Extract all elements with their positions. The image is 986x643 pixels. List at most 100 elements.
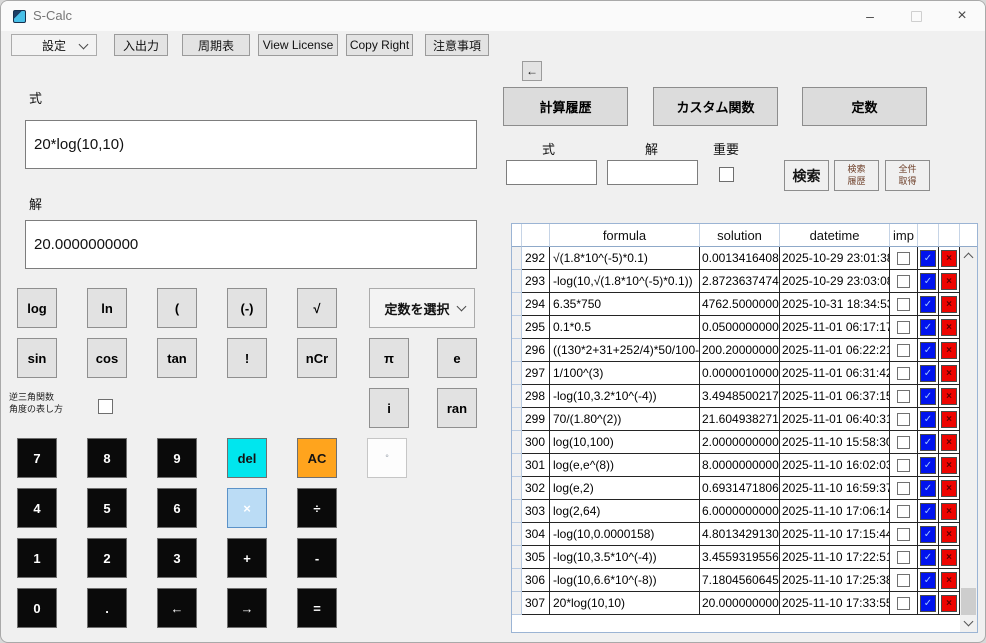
key-right-arrow[interactable]: →: [227, 588, 267, 628]
scroll-up-icon[interactable]: [964, 253, 974, 263]
key-minus[interactable]: -: [297, 538, 337, 578]
cell-datetime[interactable]: 2025-11-01 06:31:42: [780, 362, 890, 385]
cell-datetime[interactable]: 2025-11-10 16:59:37: [780, 477, 890, 500]
cell-formula[interactable]: -log(10,0.0000158): [550, 523, 700, 546]
row-delete-button[interactable]: ×: [941, 319, 957, 336]
scroll-down-icon[interactable]: [964, 617, 974, 627]
cell-solution[interactable]: 8.0000000000: [700, 454, 780, 477]
cell-formula[interactable]: ((130*2+31+252/4)*50/100-: [550, 339, 700, 362]
row-delete-button[interactable]: ×: [941, 572, 957, 589]
cell-solution[interactable]: 6.0000000000: [700, 500, 780, 523]
row-delete-button[interactable]: ×: [941, 526, 957, 543]
row-delete-button[interactable]: ×: [941, 342, 957, 359]
row-delete-button[interactable]: ×: [941, 273, 957, 290]
back-button[interactable]: ←: [522, 61, 542, 81]
cell-solution[interactable]: 2.8723637474: [700, 270, 780, 293]
row-check-button[interactable]: ✓: [920, 411, 936, 428]
key-6[interactable]: 6: [157, 488, 197, 528]
cell-formula[interactable]: log(2,64): [550, 500, 700, 523]
minimize-button[interactable]: –: [847, 1, 893, 31]
imp-checkbox[interactable]: [897, 321, 910, 334]
row-header-strip[interactable]: [512, 316, 522, 339]
row-check-button[interactable]: ✓: [920, 250, 936, 267]
key-log[interactable]: log: [17, 288, 57, 328]
row-check-button[interactable]: ✓: [920, 503, 936, 520]
key-degree[interactable]: °: [367, 438, 407, 478]
imp-checkbox[interactable]: [897, 367, 910, 380]
row-check-button[interactable]: ✓: [920, 434, 936, 451]
menu-notes-button[interactable]: 注意事項: [425, 34, 489, 56]
table-scrollbar[interactable]: [960, 247, 977, 632]
row-header-strip[interactable]: [512, 293, 522, 316]
cell-solution[interactable]: 0.0000010000: [700, 362, 780, 385]
key-pi[interactable]: π: [369, 338, 409, 378]
imp-checkbox[interactable]: [897, 413, 910, 426]
row-check-button[interactable]: ✓: [920, 457, 936, 474]
row-header-strip[interactable]: [512, 592, 522, 615]
row-check-button[interactable]: ✓: [920, 480, 936, 497]
row-check-button[interactable]: ✓: [920, 549, 936, 566]
key-plus[interactable]: +: [227, 538, 267, 578]
cell-datetime[interactable]: 2025-11-01 06:22:21: [780, 339, 890, 362]
cell-formula[interactable]: 70/(1.80^(2)): [550, 408, 700, 431]
row-delete-button[interactable]: ×: [941, 549, 957, 566]
row-check-button[interactable]: ✓: [920, 296, 936, 313]
cell-solution[interactable]: 3.4559319556: [700, 546, 780, 569]
header-datetime[interactable]: datetime: [780, 224, 890, 247]
key-9[interactable]: 9: [157, 438, 197, 478]
key-open-paren[interactable]: (: [157, 288, 197, 328]
menu-periodic-table-button[interactable]: 周期表: [182, 34, 250, 56]
table-row[interactable]: 30720*log(10,10)20.00000000002025-11-10 …: [512, 592, 977, 615]
imp-checkbox[interactable]: [897, 551, 910, 564]
imp-checkbox[interactable]: [897, 482, 910, 495]
cell-formula[interactable]: -log(10,√(1.8*10^(-5)*0.1)): [550, 270, 700, 293]
imp-checkbox[interactable]: [897, 597, 910, 610]
settings-dropdown[interactable]: 設定: [11, 34, 97, 56]
cell-formula[interactable]: -log(10,3.5*10^(-4)): [550, 546, 700, 569]
row-delete-button[interactable]: ×: [941, 250, 957, 267]
table-row[interactable]: 29970/(1.80^(2))21.60493827162025-11-01 …: [512, 408, 977, 431]
expression-input[interactable]: [25, 120, 477, 169]
cell-datetime[interactable]: 2025-10-31 18:34:53: [780, 293, 890, 316]
cell-solution[interactable]: 7.1804560645: [700, 569, 780, 592]
key-ncr[interactable]: nCr: [297, 338, 337, 378]
row-header-strip[interactable]: [512, 408, 522, 431]
header-formula[interactable]: formula: [550, 224, 700, 247]
cell-solution[interactable]: 0.0013416408: [700, 247, 780, 270]
cell-datetime[interactable]: 2025-11-10 16:02:03: [780, 454, 890, 477]
menu-view-license-button[interactable]: View License: [258, 34, 338, 56]
key-sin[interactable]: sin: [17, 338, 57, 378]
cell-formula[interactable]: log(10,100): [550, 431, 700, 454]
imp-checkbox[interactable]: [897, 275, 910, 288]
row-delete-button[interactable]: ×: [941, 595, 957, 612]
table-row[interactable]: 2971/100^(3)0.00000100002025-11-01 06:31…: [512, 362, 977, 385]
row-delete-button[interactable]: ×: [941, 434, 957, 451]
table-row[interactable]: 303log(2,64)6.00000000002025-11-10 17:06…: [512, 500, 977, 523]
scrollbar-thumb[interactable]: [961, 588, 976, 615]
row-header-strip[interactable]: [512, 247, 522, 270]
row-check-button[interactable]: ✓: [920, 388, 936, 405]
cell-datetime[interactable]: 2025-11-10 17:25:38: [780, 569, 890, 592]
key-i[interactable]: i: [369, 388, 409, 428]
cell-solution[interactable]: 2.0000000000: [700, 431, 780, 454]
row-check-button[interactable]: ✓: [920, 273, 936, 290]
calc-history-button[interactable]: 計算履歴: [503, 87, 628, 126]
row-header-strip[interactable]: [512, 569, 522, 592]
search-solution-input[interactable]: [607, 160, 698, 185]
row-check-button[interactable]: ✓: [920, 572, 936, 589]
imp-checkbox[interactable]: [897, 574, 910, 587]
table-row[interactable]: 2950.1*0.50.05000000002025-11-01 06:17:1…: [512, 316, 977, 339]
cell-datetime[interactable]: 2025-11-10 15:58:30: [780, 431, 890, 454]
imp-checkbox[interactable]: [897, 390, 910, 403]
cell-formula[interactable]: -log(10,3.2*10^(-4)): [550, 385, 700, 408]
row-header-strip[interactable]: [512, 477, 522, 500]
cell-datetime[interactable]: 2025-11-10 17:33:55: [780, 592, 890, 615]
key-equals[interactable]: =: [297, 588, 337, 628]
cell-solution[interactable]: 4.8013429130: [700, 523, 780, 546]
row-header-strip[interactable]: [512, 431, 522, 454]
row-delete-button[interactable]: ×: [941, 411, 957, 428]
table-row[interactable]: 306-log(10,6.6*10^(-8))7.18045606452025-…: [512, 569, 977, 592]
cell-solution[interactable]: 3.4948500217: [700, 385, 780, 408]
imp-checkbox[interactable]: [897, 344, 910, 357]
row-header-strip[interactable]: [512, 270, 522, 293]
